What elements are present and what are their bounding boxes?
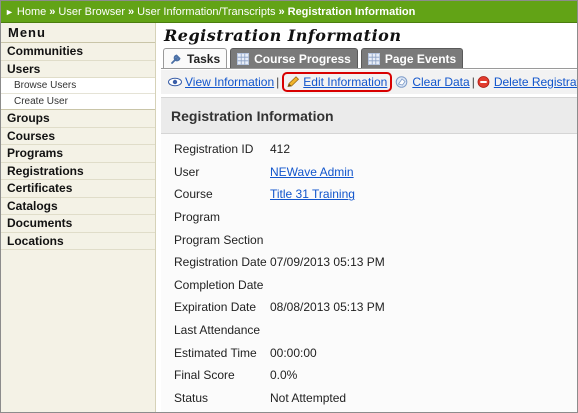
detail-row-expiration-date: Expiration Date 08/08/2013 05:13 PM	[174, 296, 385, 319]
sidebar-item-communities[interactable]: Communities	[1, 43, 155, 61]
app-frame: ► Home » User Browser » User Information…	[0, 0, 578, 413]
detail-label: Course	[174, 187, 213, 202]
detail-row-course: Course Title 31 Training	[174, 183, 385, 206]
detail-row-status: Status Not Attempted	[174, 387, 385, 410]
breadcrumb-separator: »	[128, 5, 135, 18]
detail-label: Estimated Time	[174, 345, 257, 360]
detail-row-registration-id: Registration ID 412	[174, 138, 385, 161]
sidebar-item-documents[interactable]: Documents	[1, 215, 155, 233]
detail-row-registration-date: Registration Date 07/09/2013 05:13 PM	[174, 251, 385, 274]
delete-registration-link[interactable]: Delete Registration	[477, 75, 577, 89]
tab-tasks[interactable]: Tasks	[163, 48, 228, 69]
detail-label: Program	[174, 210, 221, 225]
breadcrumb-user-browser[interactable]: User Browser	[58, 6, 125, 18]
sidebar-item-locations[interactable]: Locations	[1, 233, 155, 250]
detail-row-completion-date: Completion Date	[174, 274, 385, 297]
sidebar-subitem-browse-users[interactable]: Browse Users	[1, 78, 155, 94]
tab-page-events[interactable]: Page Events	[360, 48, 464, 68]
detail-label: Expiration Date	[174, 300, 257, 315]
detail-value: 07/09/2013 05:13 PM	[270, 255, 385, 270]
sidebar-item-registrations[interactable]: Registrations	[1, 163, 155, 180]
action-separator: |	[471, 75, 475, 89]
detail-label: Last Attendance	[174, 323, 261, 338]
home-arrow-icon: ►	[5, 6, 14, 17]
detail-value: 412	[270, 142, 291, 157]
edit-information-label: Edit Information	[303, 75, 388, 89]
action-bar: View Information | Edit Information Clea…	[161, 70, 577, 94]
breadcrumb: ► Home » User Browser » User Information…	[1, 1, 577, 23]
tab-course-progress[interactable]: Course Progress	[230, 48, 358, 68]
detail-list: Registration ID 412 User NEWave Admin Co…	[174, 138, 385, 409]
tab-divider	[161, 68, 577, 69]
edit-information-link[interactable]: Edit Information	[286, 75, 387, 89]
detail-label: Completion Date	[174, 277, 264, 292]
breadcrumb-user-information[interactable]: User Information/Transcripts	[137, 6, 275, 18]
sidebar-item-courses[interactable]: Courses	[1, 128, 155, 145]
detail-value: 08/08/2013 05:13 PM	[270, 300, 385, 315]
sidebar-item-certificates[interactable]: Certificates	[1, 180, 155, 198]
view-information-label: View Information	[185, 75, 275, 89]
sidebar-subitem-create-user[interactable]: Create User	[1, 94, 155, 110]
action-separator: |	[276, 75, 280, 89]
detail-label: Registration Date	[174, 255, 267, 270]
detail-value: 0.0%	[270, 368, 298, 383]
sidebar-item-users[interactable]: Users	[1, 61, 155, 78]
detail-label: Program Section	[174, 232, 264, 247]
detail-row-user: User NEWave Admin	[174, 161, 385, 184]
detail-row-estimated-time: Estimated Time 00:00:00	[174, 341, 385, 364]
detail-label: Registration ID	[174, 142, 254, 157]
delete-icon	[477, 76, 491, 88]
detail-label: Final Score	[174, 368, 235, 383]
detail-label: Status	[174, 390, 209, 405]
panel-heading: Registration Information	[161, 98, 577, 134]
breadcrumb-home[interactable]: Home	[17, 6, 46, 18]
tab-course-progress-label: Course Progress	[254, 51, 351, 66]
page-title: Registration Information	[164, 26, 402, 45]
detail-label: User	[174, 164, 200, 179]
clear-data-link[interactable]: Clear Data	[395, 75, 470, 89]
main-content: Registration Information Tasks Course Pr…	[161, 23, 577, 412]
eye-icon	[168, 76, 182, 88]
pencil-icon	[286, 76, 300, 88]
delete-registration-label: Delete Registration	[493, 75, 577, 89]
sidebar-title: Menu	[1, 23, 155, 43]
tab-page-events-label: Page Events	[384, 51, 457, 66]
breadcrumb-current: Registration Information	[287, 5, 416, 18]
tab-bar: Tasks Course Progress Page Events	[163, 48, 466, 69]
clear-data-label: Clear Data	[412, 75, 470, 89]
course-link[interactable]: Title 31 Training	[270, 187, 355, 201]
detail-row-program: Program	[174, 206, 385, 229]
detail-row-last-attendance: Last Attendance	[174, 319, 385, 342]
registration-panel: Registration Information Registration ID…	[161, 97, 577, 412]
detail-value: 00:00:00	[270, 345, 317, 360]
user-link[interactable]: NEWave Admin	[270, 165, 354, 179]
detail-row-final-score: Final Score 0.0%	[174, 364, 385, 387]
view-information-link[interactable]: View Information	[168, 75, 274, 89]
eraser-icon	[395, 76, 409, 88]
sidebar-item-programs[interactable]: Programs	[1, 145, 155, 163]
sidebar: Menu Communities Users Browse Users Crea…	[1, 23, 156, 412]
wrench-icon	[170, 53, 182, 65]
breadcrumb-separator: »	[278, 5, 285, 18]
detail-row-program-section: Program Section	[174, 228, 385, 251]
grid-icon	[367, 52, 380, 65]
breadcrumb-separator: »	[49, 5, 56, 18]
tab-tasks-label: Tasks	[187, 52, 221, 66]
detail-value: Not Attempted	[270, 390, 347, 405]
grid-icon	[237, 52, 250, 65]
sidebar-item-groups[interactable]: Groups	[1, 110, 155, 128]
sidebar-item-catalogs[interactable]: Catalogs	[1, 198, 155, 215]
edit-highlight-ring: Edit Information	[282, 72, 393, 92]
